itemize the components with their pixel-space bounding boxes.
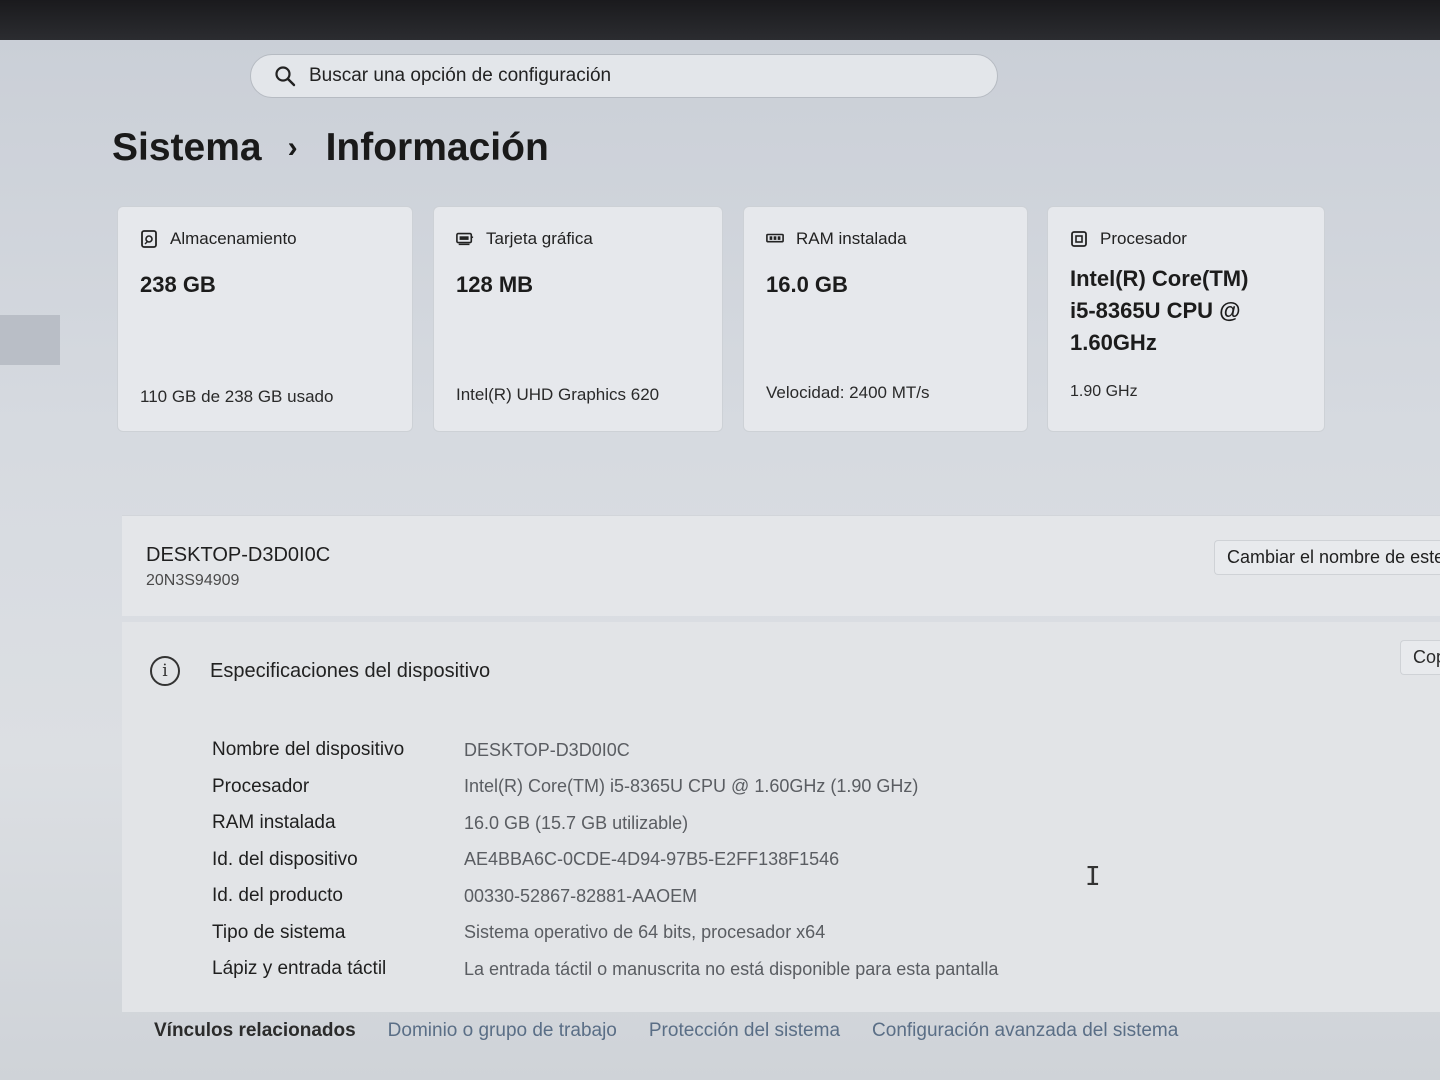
rename-pc-button[interactable]: Cambiar el nombre de este equipo — [1214, 540, 1440, 575]
spec-label: Tipo de sistema — [212, 921, 346, 943]
card-value: 128 MB — [456, 272, 534, 297]
card-value: Intel(R) Core(TM) i5-8365U CPU @ 1.60GHz — [1070, 266, 1249, 355]
spec-value: AE4BBA6C-0CDE-4D94-97B5-E2FF138F1546 — [464, 849, 840, 870]
spec-label: Lápiz y entrada táctil — [212, 958, 387, 980]
card-value: 238 GB — [140, 272, 216, 297]
breadcrumb: Sistema › Información — [112, 126, 549, 170]
spec-row-processor: Procesador Intel(R) Core(TM) i5-8365U CP… — [212, 769, 998, 806]
card-subtitle: 110 GB de 238 GB usado — [140, 387, 334, 406]
spec-value: DESKTOP-D3D0I0C — [464, 739, 630, 760]
related-links: Vínculos relacionados Dominio o grupo de… — [154, 1020, 1210, 1042]
spec-row-device-id: Id. del dispositivo AE4BBA6C-0CDE-4D94-9… — [212, 842, 998, 879]
card-graphics[interactable]: Tarjeta gráfica 128 MB Intel(R) UHD Grap… — [433, 206, 723, 432]
chevron-right-icon: › — [287, 131, 298, 164]
link-advanced-system-settings[interactable]: Configuración avanzada del sistema — [872, 1020, 1178, 1042]
spec-row-system-type: Tipo de sistema Sistema operativo de 64 … — [212, 915, 998, 952]
breadcrumb-parent-sistema[interactable]: Sistema — [112, 126, 262, 170]
spec-label: Id. del producto — [212, 885, 343, 907]
card-title-row: Procesador — [1070, 229, 1187, 249]
spec-row-ram: RAM instalada 16.0 GB (15.7 GB utilizabl… — [212, 805, 998, 842]
spec-value: 00330-52867-82881-AAOEM — [464, 885, 698, 906]
card-storage[interactable]: Almacenamiento 238 GB 110 GB de 238 GB u… — [117, 206, 413, 432]
card-title-row: Almacenamiento — [140, 229, 297, 249]
ram-icon — [766, 230, 784, 248]
spec-row-product-id: Id. del producto 00330-52867-82881-AAOEM — [212, 878, 998, 915]
copy-button[interactable]: Copiar — [1400, 640, 1440, 675]
sidebar-selected-indicator — [0, 315, 60, 365]
storage-icon — [140, 230, 158, 248]
page-title: Información — [325, 126, 549, 169]
card-title: Almacenamiento — [170, 229, 297, 248]
info-icon: i — [150, 656, 180, 686]
settings-search-box[interactable] — [250, 54, 998, 98]
cpu-icon — [1070, 230, 1088, 248]
related-links-label: Vínculos relacionados — [154, 1020, 356, 1041]
search-icon — [265, 65, 305, 87]
card-title-row: Tarjeta gráfica — [456, 229, 593, 249]
card-subtitle: Intel(R) UHD Graphics 620 — [456, 385, 660, 404]
spec-label: Procesador — [212, 775, 310, 797]
spec-label: Id. del dispositivo — [212, 848, 358, 870]
spec-row-pen-touch: Lápiz y entrada táctil La entrada táctil… — [212, 951, 998, 988]
spec-value: Intel(R) Core(TM) i5-8365U CPU @ 1.60GHz… — [464, 776, 919, 797]
search-input[interactable] — [307, 64, 911, 88]
card-value: 16.0 GB — [766, 272, 848, 297]
card-subtitle: 1.90 GHz — [1070, 383, 1138, 400]
spec-label: Nombre del dispositivo — [212, 739, 405, 761]
card-ram[interactable]: RAM instalada 16.0 GB Velocidad: 2400 MT… — [743, 206, 1028, 432]
spec-value: La entrada táctil o manuscrita no está d… — [464, 958, 999, 979]
card-title-row: RAM instalada — [766, 229, 907, 249]
card-title: Tarjeta gráfica — [486, 229, 593, 248]
screen-bezel — [0, 0, 1440, 40]
card-subtitle: Velocidad: 2400 MT/s — [766, 383, 930, 402]
spec-value: Sistema operativo de 64 bits, procesador… — [464, 922, 826, 943]
card-title: RAM instalada — [796, 229, 907, 248]
device-model: 20N3S94909 — [146, 572, 240, 589]
spec-value: 16.0 GB (15.7 GB utilizable) — [464, 812, 689, 833]
specs-title: Especificaciones del dispositivo — [210, 659, 491, 682]
spec-table: Nombre del dispositivo DESKTOP-D3D0I0C P… — [212, 732, 998, 988]
device-name-section: DESKTOP-D3D0I0C 20N3S94909 Cambiar el no… — [122, 515, 1440, 616]
spec-label: RAM instalada — [212, 812, 336, 834]
device-name: DESKTOP-D3D0I0C — [146, 544, 331, 566]
card-processor[interactable]: Procesador Intel(R) Core(TM) i5-8365U CP… — [1047, 206, 1325, 432]
card-title: Procesador — [1100, 229, 1187, 248]
specs-header[interactable]: i Especificaciones del dispositivo — [150, 656, 490, 686]
device-specifications-section: i Especificaciones del dispositivo Copia… — [122, 622, 1440, 1012]
link-domain-workgroup[interactable]: Dominio o grupo de trabajo — [388, 1020, 617, 1042]
gpu-icon — [456, 230, 474, 248]
text-cursor-icon: I — [1085, 862, 1101, 892]
spec-row-device-name: Nombre del dispositivo DESKTOP-D3D0I0C — [212, 732, 998, 769]
link-system-protection[interactable]: Protección del sistema — [649, 1020, 840, 1042]
